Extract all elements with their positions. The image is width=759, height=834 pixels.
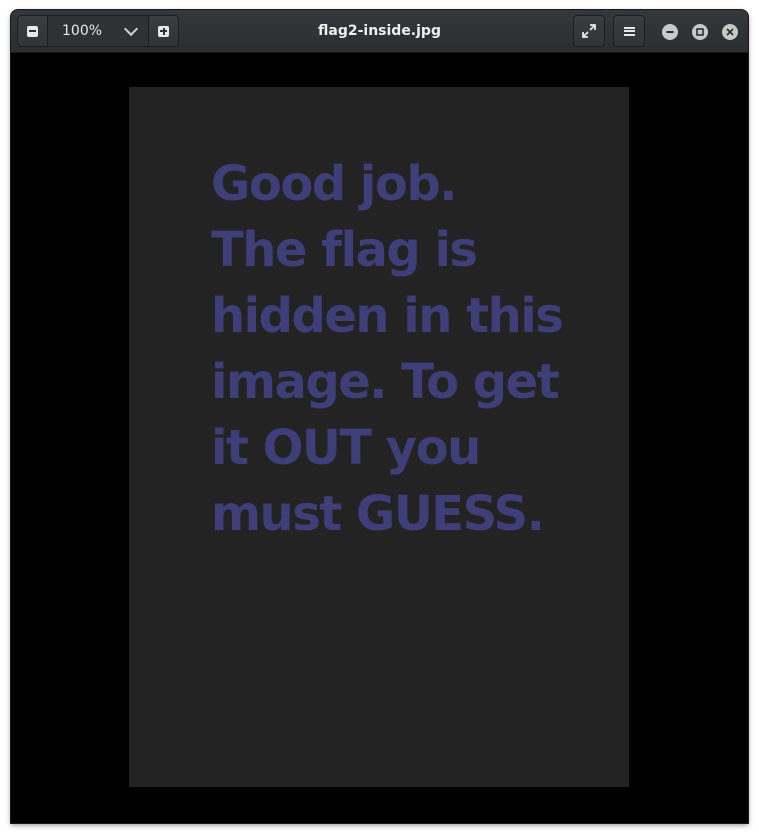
image-viewport[interactable]: Good job. The flag is hidden in this image.…	[11, 53, 748, 823]
close-button[interactable]	[722, 24, 738, 40]
image-text-line: it OUT you	[211, 420, 481, 476]
fullscreen-button[interactable]	[573, 15, 605, 47]
zoom-out-button[interactable]	[18, 16, 48, 46]
image-text-line: hidden in this	[211, 288, 564, 344]
header-bar: 100% flag2-inside.jpg	[11, 10, 748, 53]
zoom-level-dropdown[interactable]: 100%	[48, 16, 148, 46]
image-text-line: Good job.	[211, 156, 457, 212]
menu-button[interactable]	[613, 15, 645, 47]
minus-square-icon	[27, 25, 38, 37]
image-text-block: Good job. The flag is hidden in this image.…	[211, 151, 611, 547]
close-icon	[726, 28, 734, 36]
image-viewer-window: 100% flag2-inside.jpg Good job. The flag…	[11, 10, 748, 823]
minimize-button[interactable]	[662, 24, 678, 40]
maximize-icon	[696, 28, 704, 36]
zoom-control: 100%	[17, 15, 179, 47]
hamburger-icon	[623, 26, 635, 36]
maximize-button[interactable]	[692, 24, 708, 40]
expand-icon	[582, 24, 596, 38]
zoom-in-button[interactable]	[148, 16, 178, 46]
plus-square-icon	[158, 25, 169, 37]
image-text-line: image. To get	[211, 354, 560, 410]
minimize-icon	[666, 31, 674, 33]
chevron-down-icon	[123, 21, 139, 36]
image-text-line: The flag is	[211, 222, 478, 278]
displayed-image: Good job. The flag is hidden in this image.…	[129, 87, 629, 787]
zoom-level-value: 100%	[62, 23, 103, 39]
image-text-line: must GUESS.	[211, 486, 545, 542]
